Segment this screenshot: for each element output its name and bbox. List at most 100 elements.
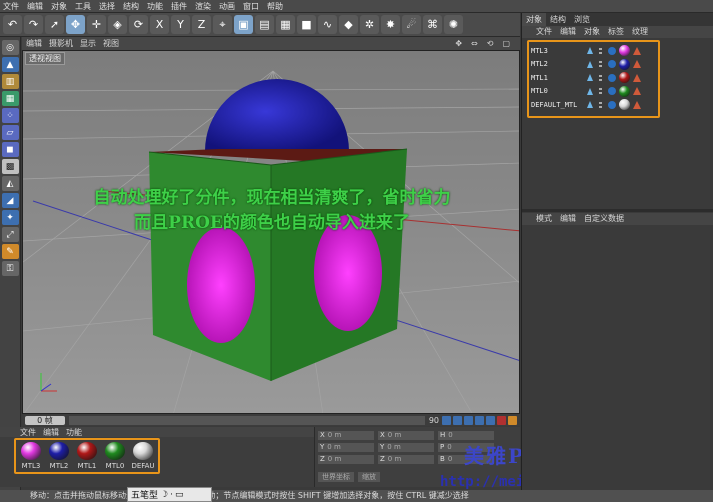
ime-label[interactable]: 五笔型 bbox=[131, 488, 158, 501]
perspective-viewport[interactable]: 透视视图 自动处理好了分件，现在相当清爽了，省时省力 而且PROE的颜色也自动导… bbox=[22, 50, 520, 414]
texture-tag-icon[interactable] bbox=[633, 100, 641, 109]
obj-menu-file[interactable]: 文件 bbox=[536, 26, 552, 38]
menu-animation[interactable]: 动画 bbox=[219, 1, 235, 12]
coord-field[interactable]: X0 m bbox=[318, 431, 374, 440]
nurbs-icon[interactable]: ◆ bbox=[339, 15, 358, 34]
material-tag-icon[interactable] bbox=[619, 85, 630, 97]
undo-icon[interactable]: ↶ bbox=[3, 15, 22, 34]
phong-tag-icon[interactable] bbox=[608, 73, 616, 82]
obj-menu-tags[interactable]: 标签 bbox=[608, 26, 624, 38]
next-frame-icon[interactable] bbox=[475, 415, 484, 425]
texture-tag-icon[interactable] bbox=[633, 87, 641, 96]
coord-field[interactable]: H0 bbox=[438, 431, 494, 440]
visibility-dots-icon[interactable] bbox=[599, 87, 602, 95]
attr-menu-userdata[interactable]: 自定义数据 bbox=[584, 213, 624, 225]
lock-icon[interactable]: ⚿ bbox=[1, 261, 19, 276]
menu-function[interactable]: 功能 bbox=[147, 1, 163, 12]
phong-tag-icon[interactable] bbox=[608, 46, 616, 55]
vp-menu-display[interactable]: 显示 bbox=[80, 38, 96, 49]
rotate-view-icon[interactable]: ⟲ bbox=[487, 39, 494, 48]
tweak-icon[interactable]: ✎ bbox=[1, 244, 19, 259]
scene-icon[interactable]: ☄ bbox=[402, 15, 421, 34]
time-track[interactable] bbox=[69, 415, 425, 425]
object-row[interactable]: DEFAULT_MTL bbox=[531, 98, 656, 112]
material-item[interactable]: MTL3 bbox=[18, 442, 44, 470]
coord-mode-select[interactable]: 世界坐标 bbox=[318, 472, 354, 482]
scale-icon[interactable]: ◈ bbox=[108, 15, 127, 34]
x-axis-icon[interactable]: X bbox=[150, 15, 169, 34]
y-axis-icon[interactable]: Y bbox=[171, 15, 190, 34]
panel-separator[interactable] bbox=[522, 209, 713, 212]
attr-menu-mode[interactable]: 模式 bbox=[536, 213, 552, 225]
move-view-icon[interactable]: ✥ bbox=[455, 39, 462, 48]
phong-tag-icon[interactable] bbox=[608, 60, 616, 69]
mat-menu-file[interactable]: 文件 bbox=[20, 427, 36, 438]
time-slider[interactable]: 0 帧 bbox=[25, 415, 65, 425]
redo-icon[interactable]: ↷ bbox=[24, 15, 43, 34]
workplane-icon[interactable]: ◢ bbox=[1, 193, 19, 208]
obj-menu-edit[interactable]: 编辑 bbox=[560, 26, 576, 38]
menu-select[interactable]: 选择 bbox=[99, 1, 115, 12]
visibility-dots-icon[interactable] bbox=[599, 47, 602, 55]
tab-structure[interactable]: 结构 bbox=[546, 13, 570, 26]
rotate-icon[interactable]: ⟳ bbox=[129, 15, 148, 34]
z-axis-icon[interactable]: Z bbox=[192, 15, 211, 34]
record-icon[interactable] bbox=[497, 415, 506, 425]
object-row[interactable]: MTL3 bbox=[531, 44, 656, 58]
texture-axis-icon[interactable]: ▦ bbox=[1, 91, 19, 106]
vp-menu-camera[interactable]: 摄影机 bbox=[49, 38, 73, 49]
edges-icon[interactable]: ▱ bbox=[1, 125, 19, 140]
menu-structure[interactable]: 结构 bbox=[123, 1, 139, 12]
spline-icon[interactable]: ∿ bbox=[318, 15, 337, 34]
material-tag-icon[interactable] bbox=[619, 45, 630, 57]
play-icon[interactable] bbox=[464, 415, 473, 425]
visibility-dots-icon[interactable] bbox=[599, 101, 602, 109]
cube-icon[interactable]: ■ bbox=[297, 15, 316, 34]
coord-field[interactable]: X0 m bbox=[378, 431, 434, 440]
ime-keyboard-icon[interactable]: ▭ bbox=[175, 490, 184, 500]
obj-menu-texture[interactable]: 纹理 bbox=[632, 26, 648, 38]
mat-menu-function[interactable]: 功能 bbox=[66, 427, 82, 438]
material-tag-icon[interactable] bbox=[619, 72, 630, 84]
array-icon[interactable]: ✲ bbox=[360, 15, 379, 34]
menu-help[interactable]: 帮助 bbox=[267, 1, 283, 12]
zoom-view-icon[interactable]: ⇔ bbox=[471, 39, 478, 48]
keyframe-icon[interactable] bbox=[508, 415, 517, 425]
render-region-icon[interactable]: ▤ bbox=[255, 15, 274, 34]
coord-system-icon[interactable]: ⌖ bbox=[213, 15, 232, 34]
axis-icon[interactable]: ⤢ bbox=[1, 227, 19, 242]
phong-tag-icon[interactable] bbox=[608, 100, 616, 109]
maximize-view-icon[interactable]: ▢ bbox=[502, 39, 510, 48]
snap-icon[interactable]: ✦ bbox=[1, 210, 19, 225]
move-icon[interactable]: ✛ bbox=[87, 15, 106, 34]
vp-menu-edit[interactable]: 编辑 bbox=[26, 38, 42, 49]
attr-menu-edit[interactable]: 编辑 bbox=[560, 213, 576, 225]
texture-icon[interactable]: ▥ bbox=[1, 74, 19, 89]
camera-icon[interactable]: ⌘ bbox=[423, 15, 442, 34]
polygons-icon[interactable]: ◼ bbox=[1, 142, 19, 157]
coord-field[interactable]: Y0 m bbox=[378, 443, 434, 452]
material-tag-icon[interactable] bbox=[619, 99, 630, 111]
material-item[interactable]: MTL2 bbox=[46, 442, 72, 470]
points-icon[interactable]: ⁘ bbox=[1, 108, 19, 123]
object-row[interactable]: MTL0 bbox=[531, 85, 656, 99]
checker-icon[interactable]: ▩ bbox=[1, 159, 19, 174]
texture-tag-icon[interactable] bbox=[633, 73, 641, 82]
menu-tools[interactable]: 工具 bbox=[75, 1, 91, 12]
mat-menu-edit[interactable]: 编辑 bbox=[43, 427, 59, 438]
tab-objects[interactable]: 对象 bbox=[522, 13, 546, 26]
pointer-icon[interactable]: ➚ bbox=[45, 15, 64, 34]
menu-render[interactable]: 渲染 bbox=[195, 1, 211, 12]
use-model-icon[interactable]: ◎ bbox=[1, 40, 19, 55]
texture-tag-icon[interactable] bbox=[633, 46, 641, 55]
coord-field[interactable]: Z0 m bbox=[378, 455, 434, 464]
menu-object[interactable]: 对象 bbox=[51, 1, 67, 12]
magnet-icon[interactable]: ◭ bbox=[1, 176, 19, 191]
object-row[interactable]: MTL2 bbox=[531, 58, 656, 72]
menu-edit[interactable]: 编辑 bbox=[27, 1, 43, 12]
object-row[interactable]: MTL1 bbox=[531, 71, 656, 85]
visibility-dots-icon[interactable] bbox=[599, 60, 602, 68]
render-settings-icon[interactable]: ▦ bbox=[276, 15, 295, 34]
obj-menu-object[interactable]: 对象 bbox=[584, 26, 600, 38]
ime-moon-icon[interactable]: ☽ bbox=[160, 490, 168, 500]
